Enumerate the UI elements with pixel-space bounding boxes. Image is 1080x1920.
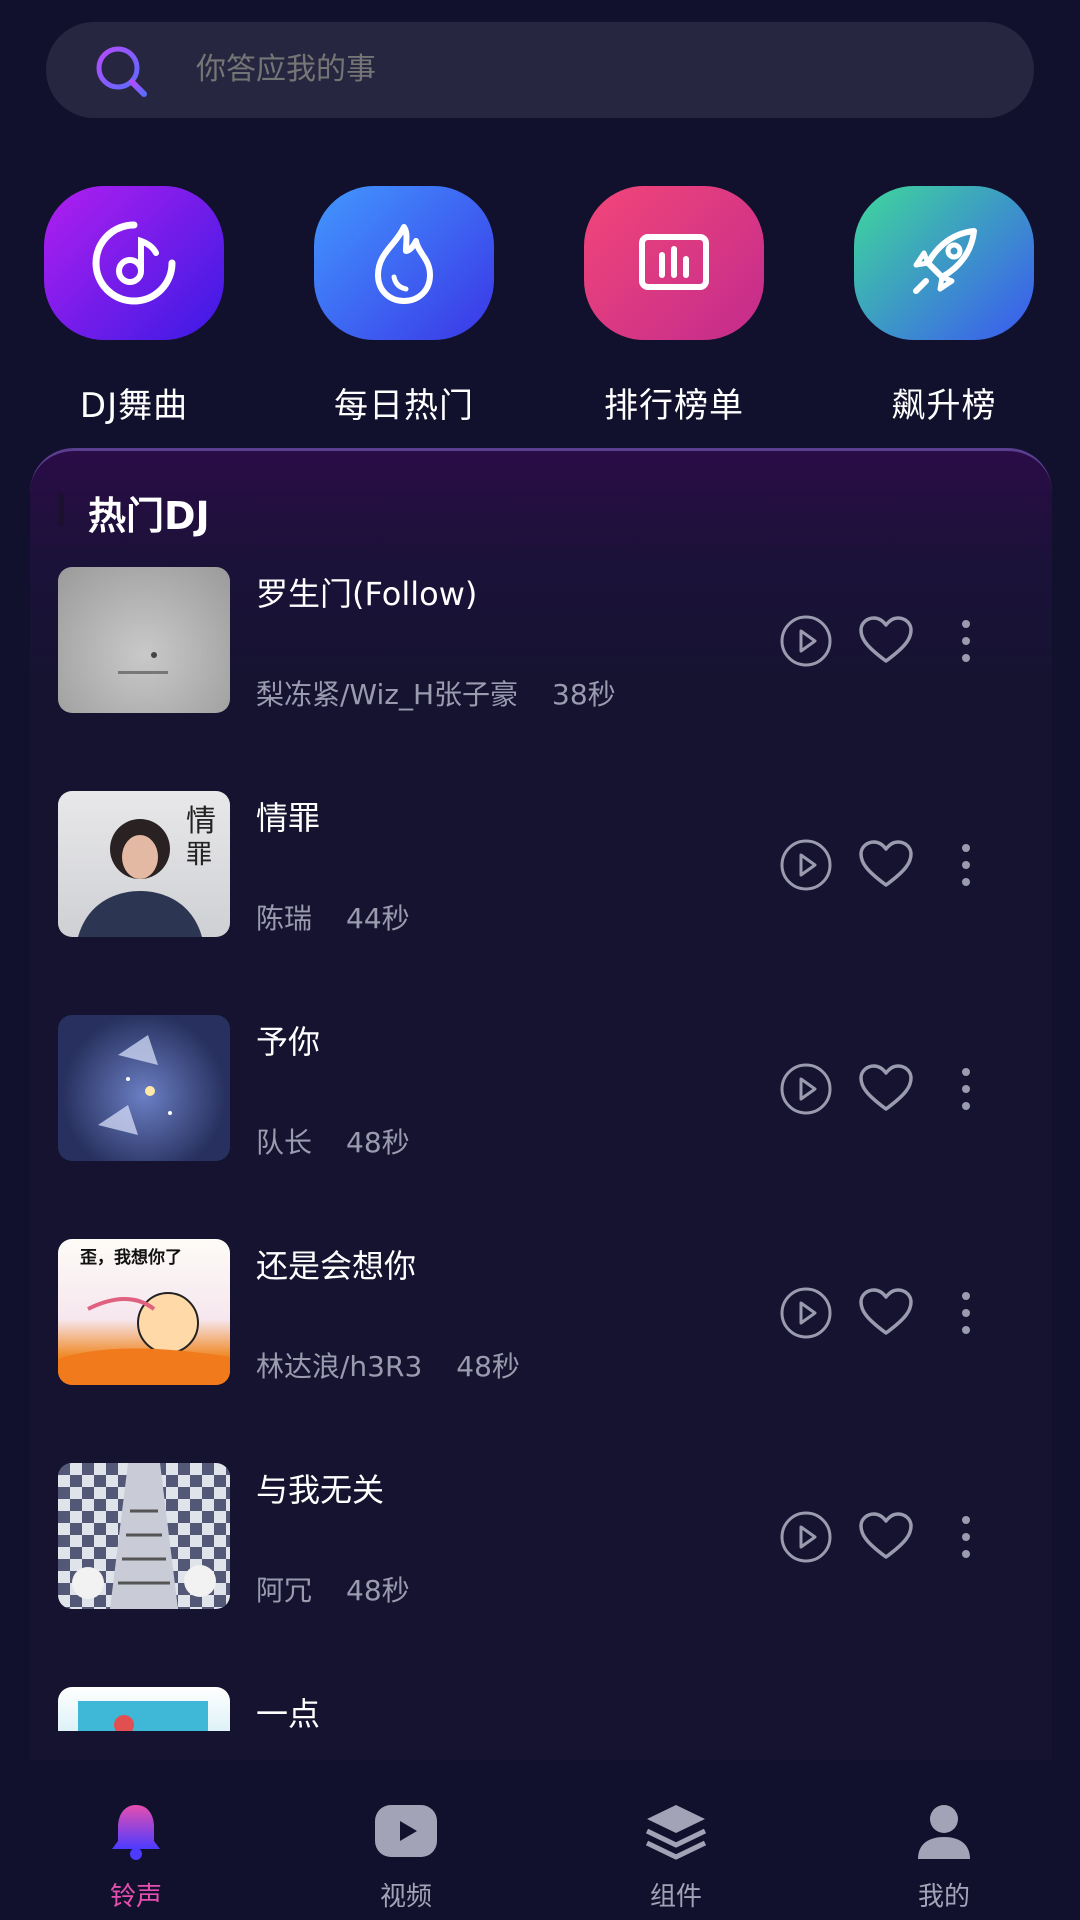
- play-icon[interactable]: [776, 1061, 836, 1117]
- song-row[interactable]: 歪，我想你了 还是会想你 林达浪/h3R3 48秒: [30, 1239, 1052, 1389]
- chart-icon: [584, 186, 764, 340]
- song-duration: 48秒: [346, 1126, 410, 1159]
- song-row[interactable]: 一点: [30, 1687, 1052, 1731]
- nav-label: 组件: [649, 1882, 702, 1912]
- nav-ringtone[interactable]: 铃声: [56, 1774, 216, 1913]
- song-artist: 队长: [256, 1126, 313, 1159]
- song-meta: 陈瑞 44秒: [256, 897, 410, 937]
- hot-dj-panel: 热门DJ 罗生门(Follow) 梨冻紧/Wiz_H张子豪 38秒 情 罪 情罪…: [30, 448, 1052, 1760]
- svg-text:罪: 罪: [186, 840, 212, 870]
- song-row[interactable]: 罗生门(Follow) 梨冻紧/Wiz_H张子豪 38秒: [30, 567, 1052, 717]
- song-row[interactable]: 情 罪 情罪 陈瑞 44秒: [30, 791, 1052, 941]
- nav-widgets[interactable]: 组件: [596, 1774, 756, 1913]
- user-icon: [864, 1796, 1024, 1866]
- heart-icon[interactable]: [856, 1509, 916, 1565]
- song-duration: 38秒: [552, 678, 616, 711]
- song-artist: 陈瑞: [256, 902, 313, 935]
- category-label: 飙升榜: [891, 386, 997, 426]
- svg-text:情: 情: [186, 804, 216, 839]
- nav-video[interactable]: 视频: [326, 1774, 486, 1913]
- album-cover: [58, 1687, 230, 1731]
- bottom-nav: 铃声 视频 组件 我的: [0, 1774, 1080, 1920]
- album-cover: 歪，我想你了: [58, 1239, 230, 1385]
- song-duration: 48秒: [346, 1574, 410, 1607]
- song-row[interactable]: 予你 队长 48秒: [30, 1015, 1052, 1165]
- song-meta: 梨冻紧/Wiz_H张子豪 38秒: [256, 673, 616, 713]
- nav-label: 铃声: [109, 1882, 162, 1912]
- song-duration: 48秒: [456, 1350, 520, 1383]
- panel-title: 热门DJ: [88, 494, 210, 538]
- music-disc-icon: [44, 186, 224, 340]
- song-title: 情罪: [256, 799, 321, 837]
- nav-label: 我的: [917, 1882, 970, 1912]
- heart-icon[interactable]: [856, 1285, 916, 1341]
- nav-mine[interactable]: 我的: [864, 1774, 1024, 1913]
- play-icon[interactable]: [776, 1285, 836, 1341]
- play-icon[interactable]: [776, 837, 836, 893]
- song-title: 一点: [256, 1695, 321, 1731]
- more-icon[interactable]: [936, 1509, 996, 1565]
- song-title: 予你: [256, 1023, 321, 1061]
- more-icon[interactable]: [936, 1061, 996, 1117]
- category-daily-hot[interactable]: 每日热门: [314, 186, 494, 427]
- title-accent-bar: [58, 493, 64, 527]
- category-label: 每日热门: [334, 386, 474, 426]
- album-cover: 情 罪: [58, 791, 230, 937]
- nav-label: 视频: [379, 1882, 432, 1912]
- more-icon[interactable]: [936, 1285, 996, 1341]
- search-input[interactable]: [194, 22, 954, 118]
- song-row[interactable]: 与我无关 阿冗 48秒: [30, 1463, 1052, 1613]
- category-ranking[interactable]: 排行榜单: [584, 186, 764, 427]
- bell-icon: [56, 1796, 216, 1866]
- album-cover: [58, 567, 230, 713]
- more-icon[interactable]: [936, 613, 996, 669]
- video-icon: [326, 1796, 486, 1866]
- category-rising[interactable]: 飙升榜: [854, 186, 1034, 427]
- heart-icon[interactable]: [856, 837, 916, 893]
- song-meta: 林达浪/h3R3 48秒: [256, 1345, 520, 1385]
- song-artist: 梨冻紧/Wiz_H张子豪: [256, 678, 519, 711]
- category-dj[interactable]: DJ舞曲: [44, 186, 224, 427]
- album-cover: [58, 1015, 230, 1161]
- song-duration: 44秒: [346, 902, 410, 935]
- play-icon[interactable]: [776, 613, 836, 669]
- flame-icon: [314, 186, 494, 340]
- heart-icon[interactable]: [856, 613, 916, 669]
- more-icon[interactable]: [936, 837, 996, 893]
- song-artist: 阿冗: [256, 1574, 313, 1607]
- search-bar[interactable]: [46, 22, 1034, 118]
- song-artist: 林达浪/h3R3: [256, 1350, 423, 1383]
- cover-text: 歪，我想你了: [80, 1247, 182, 1268]
- song-meta: 阿冗 48秒: [256, 1569, 410, 1609]
- song-title: 与我无关: [256, 1471, 385, 1509]
- album-cover: [58, 1463, 230, 1609]
- category-label: 排行榜单: [604, 386, 744, 426]
- layers-icon: [596, 1796, 756, 1866]
- song-title: 罗生门(Follow): [256, 575, 478, 613]
- song-meta: 队长 48秒: [256, 1121, 410, 1161]
- play-icon[interactable]: [776, 1509, 836, 1565]
- song-title: 还是会想你: [256, 1247, 417, 1285]
- heart-icon[interactable]: [856, 1061, 916, 1117]
- rocket-icon: [854, 186, 1034, 340]
- category-label: DJ舞曲: [79, 386, 189, 426]
